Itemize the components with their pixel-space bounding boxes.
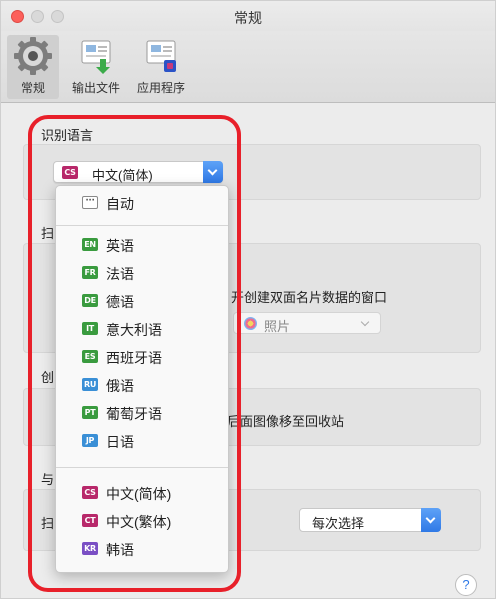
menu-item-auto[interactable]: ··· 自动 [56, 190, 228, 216]
toolbar-tab-output-file[interactable]: 输出文件 [65, 35, 127, 99]
chevron-down-icon [360, 317, 370, 327]
menu-item-label: 西班牙语 [106, 350, 162, 366]
pt-flag-icon: PT [82, 406, 98, 419]
menu-item-italian[interactable]: IT 意大利语 [56, 316, 228, 342]
menu-item-label: 意大利语 [106, 322, 162, 338]
menu-item-french[interactable]: FR 法语 [56, 260, 228, 286]
other-section-title: 与 [41, 472, 55, 487]
menu-separator [56, 467, 228, 468]
chevron-down-icon [425, 513, 436, 524]
language-dropdown-menu: ··· 自动 EN 英语 FR 法语 DE 德语 IT 意大利语 ES 西班牙语… [55, 185, 229, 573]
menu-item-label: 俄语 [106, 378, 134, 394]
language-select-arrow[interactable] [203, 161, 223, 183]
menu-item-label: 英语 [106, 238, 134, 254]
toolbar-label-output-file: 输出文件 [71, 81, 120, 95]
de-flag-icon: DE [82, 294, 98, 307]
other-option-label: 扫 [41, 516, 55, 531]
kr-flag-icon: KR [82, 542, 98, 555]
menu-item-label: 葡萄牙语 [106, 406, 162, 422]
toolbar-label-general: 常规 [20, 81, 45, 95]
every-time-select[interactable]: 每次选择 [299, 508, 441, 532]
menu-item-label: 日语 [106, 434, 134, 450]
toolbar-tab-application[interactable]: 应用程序 [129, 35, 193, 99]
toolbar-tab-general[interactable]: 常规 [7, 35, 59, 99]
selected-language-flag-icon: CS [62, 166, 78, 179]
every-time-select-value: 每次选择 [312, 516, 365, 531]
duplex-window-option-label: 开创建双面名片数据的窗口 [231, 290, 388, 305]
it-flag-icon: IT [82, 322, 98, 335]
title-bar: 常规 [1, 1, 495, 31]
menu-item-korean[interactable]: KR 韩语 [56, 536, 228, 562]
menu-item-label: 德语 [106, 294, 134, 310]
menu-item-spanish[interactable]: ES 西班牙语 [56, 344, 228, 370]
selected-language-value: 中文(简体) [92, 168, 153, 183]
menu-item-label: 中文(简体) [106, 486, 172, 502]
menu-item-chinese-simplified[interactable]: CS 中文(简体) [56, 480, 228, 506]
menu-item-label: 自动 [106, 196, 134, 212]
toolbar: 常规 输出文件 应用程序 [1, 31, 495, 103]
toolbar-label-application: 应用程序 [136, 81, 185, 95]
move-back-image-to-trash-label: 后面图像移至回收站 [227, 414, 345, 429]
menu-item-japanese[interactable]: JP 日语 [56, 428, 228, 454]
menu-item-portuguese[interactable]: PT 葡萄牙语 [56, 400, 228, 426]
menu-separator [56, 225, 228, 226]
every-time-select-arrow[interactable] [421, 508, 441, 532]
chevron-down-icon [207, 165, 218, 176]
menu-item-russian[interactable]: RU 俄语 [56, 372, 228, 398]
gear-icon [14, 37, 52, 75]
menu-item-label: 中文(繁体) [106, 514, 172, 530]
ct-flag-icon: CT [82, 514, 98, 527]
menu-item-chinese-traditional[interactable]: CT 中文(繁体) [56, 508, 228, 534]
window-title: 常规 [234, 10, 262, 26]
en-flag-icon: EN [82, 238, 98, 251]
create-section-title: 创 [41, 370, 55, 385]
auto-detect-icon: ··· [82, 196, 98, 209]
language-select[interactable]: CS 中文(简体) [53, 161, 223, 183]
cs-flag-icon: CS [82, 486, 98, 499]
application-icon [146, 40, 176, 72]
recognize-language-title: 识别语言 [41, 128, 94, 143]
photo-app-select[interactable]: 照片 [233, 312, 381, 334]
help-button[interactable]: ? [455, 574, 477, 596]
menu-item-german[interactable]: DE 德语 [56, 288, 228, 314]
es-flag-icon: ES [82, 350, 98, 363]
scan-section-title: 扫 [41, 226, 55, 241]
menu-item-label: 法语 [106, 266, 134, 282]
menu-item-english[interactable]: EN 英语 [56, 232, 228, 258]
output-file-icon [81, 40, 111, 74]
photo-app-select-value: 照片 [264, 319, 291, 334]
fr-flag-icon: FR [82, 266, 98, 279]
menu-item-label: 韩语 [106, 542, 134, 558]
photos-app-icon [244, 317, 257, 330]
ru-flag-icon: RU [82, 378, 98, 391]
jp-flag-icon: JP [82, 434, 98, 447]
preferences-window: 常规 常规 输出文件 应用程序 识别语言 CS 中文(简体) 扫 开创建双面名片… [0, 0, 496, 599]
